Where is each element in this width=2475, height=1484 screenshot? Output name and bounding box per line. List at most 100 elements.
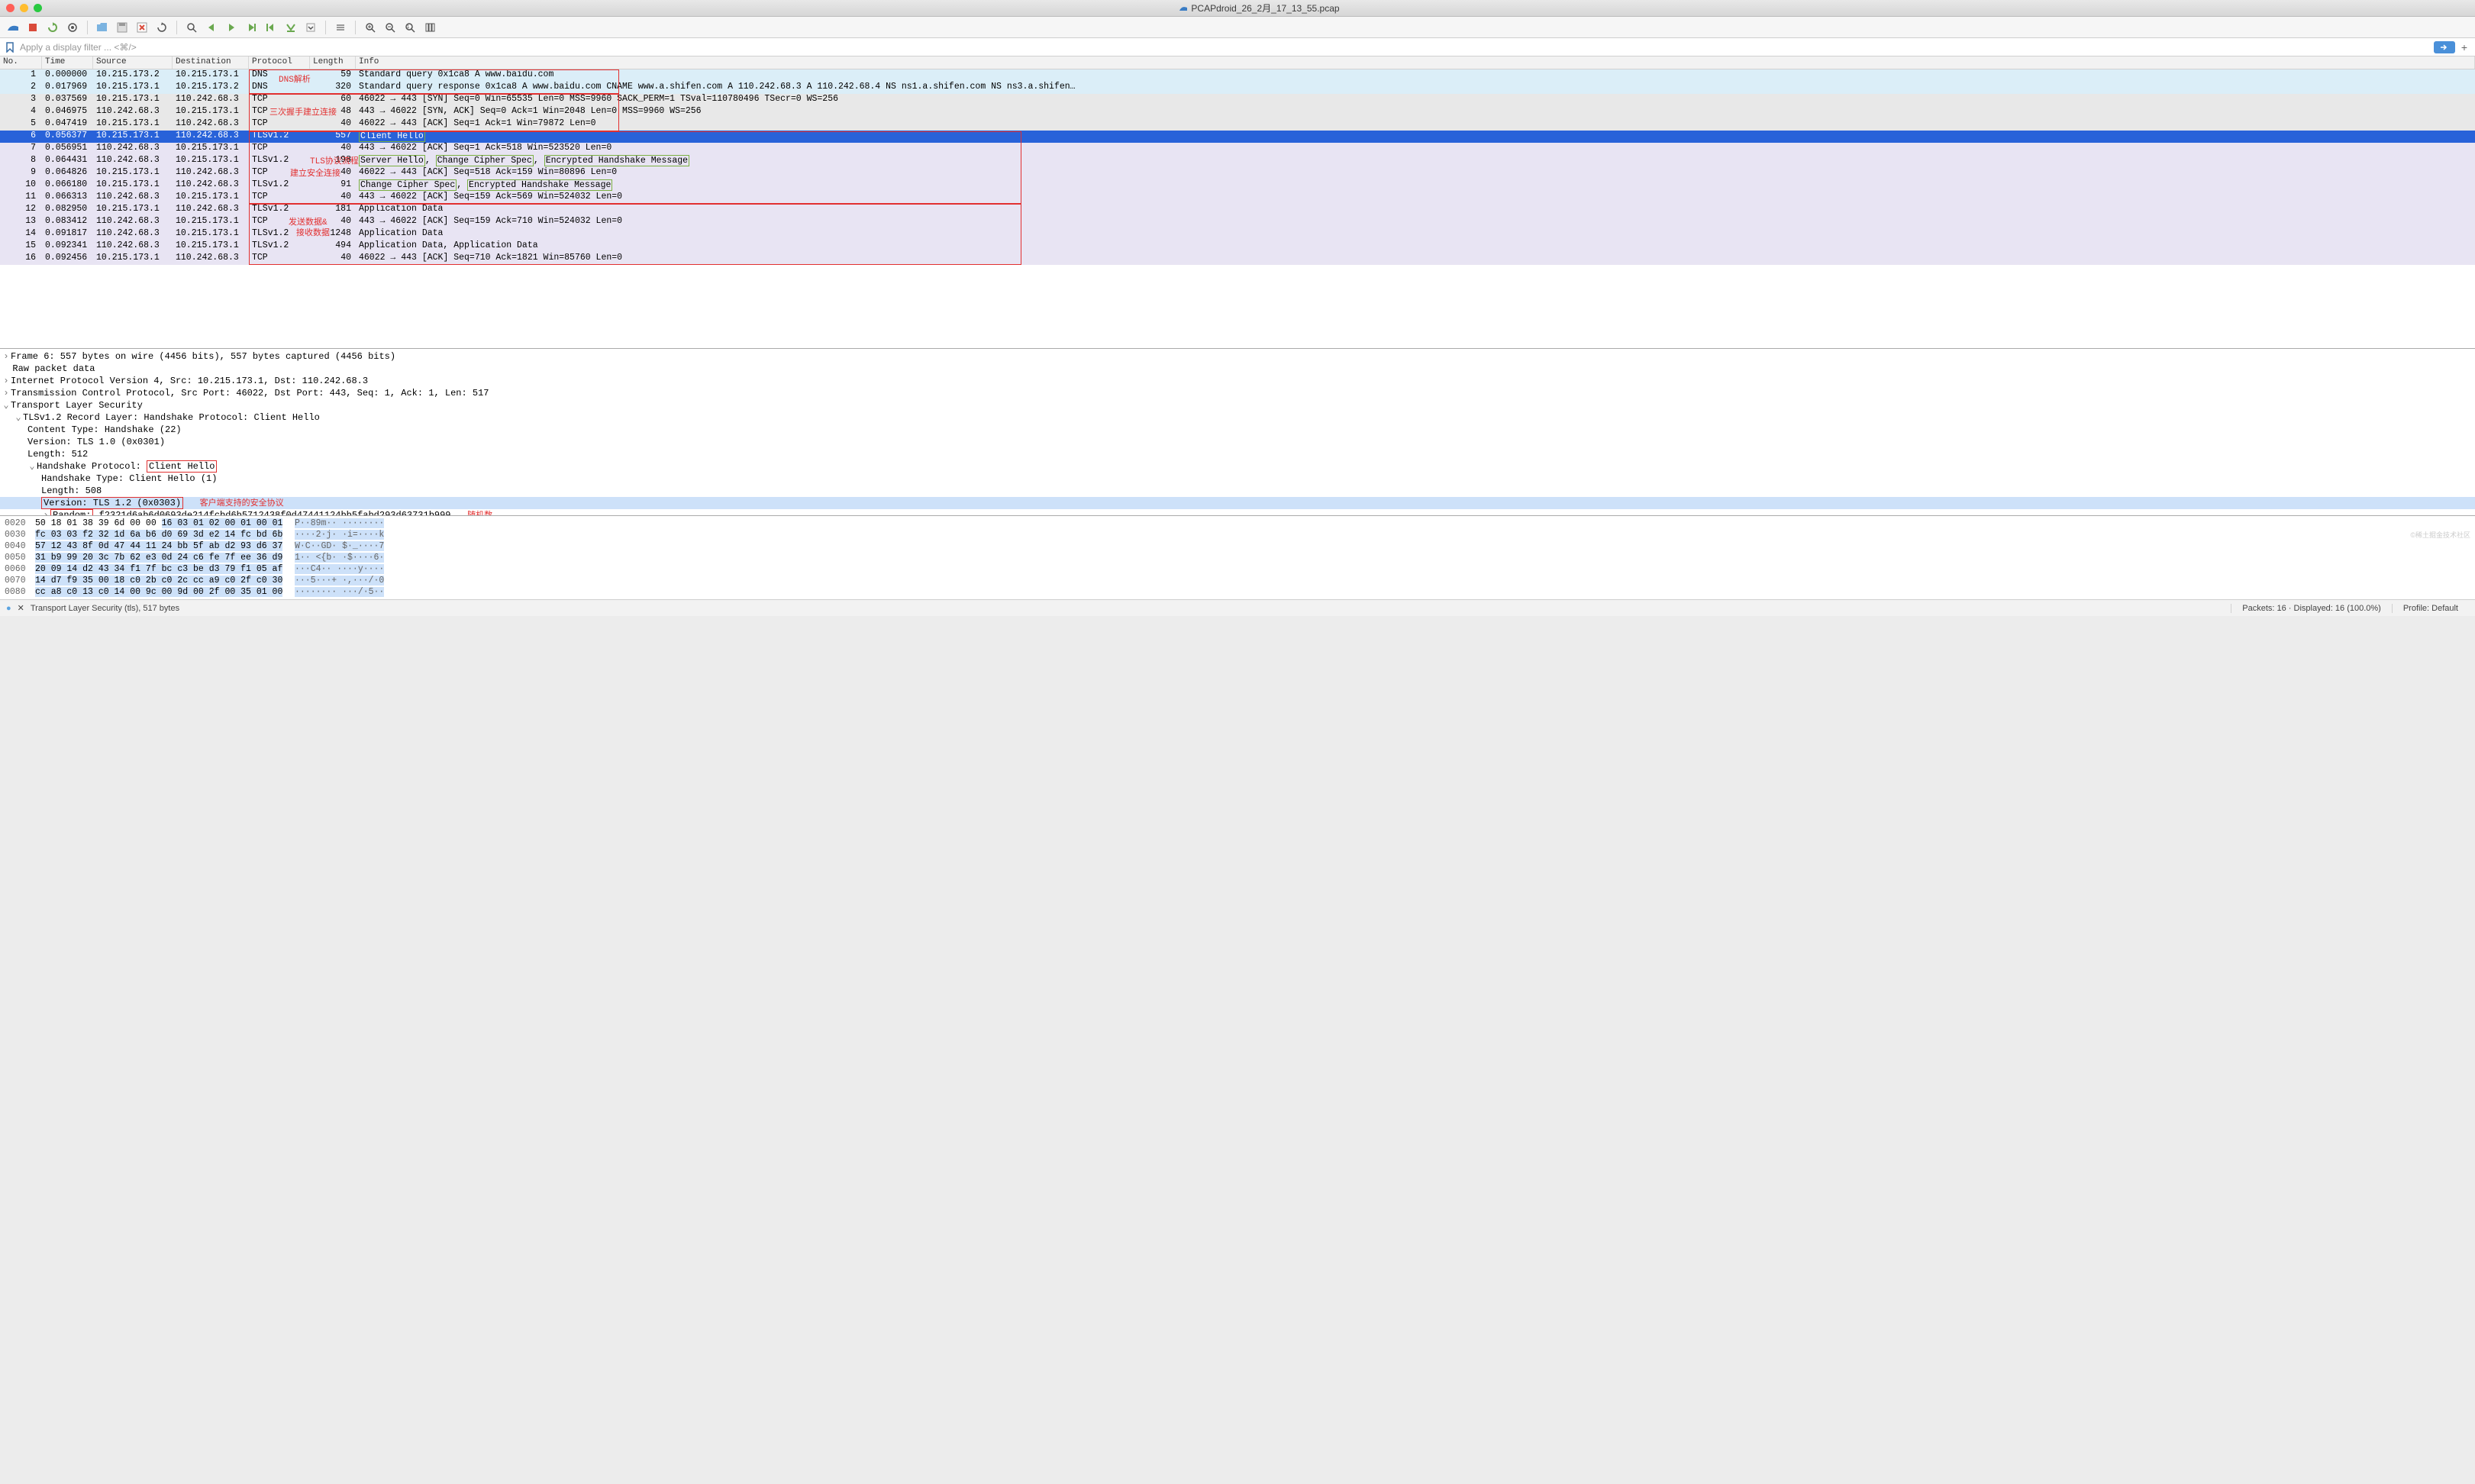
col-info[interactable]: Info xyxy=(356,56,2475,69)
col-time[interactable]: Time xyxy=(42,56,93,69)
highlight-version: Version: TLS 1.2 (0x0303) xyxy=(41,497,183,509)
go-last-icon[interactable] xyxy=(282,19,299,36)
apply-filter-button[interactable] xyxy=(2434,41,2455,53)
tree-row[interactable]: Version: TLS 1.0 (0x0301) xyxy=(0,436,2475,448)
packet-row[interactable]: 10.00000010.215.173.210.215.173.1DNS59St… xyxy=(0,69,2475,82)
tree-row[interactable]: ⌄Transport Layer Security xyxy=(0,399,2475,411)
go-forward-icon[interactable] xyxy=(223,19,240,36)
tree-row-selected[interactable]: Version: TLS 1.2 (0x0303) 客户端支持的安全协议 xyxy=(0,497,2475,509)
colorize-icon[interactable] xyxy=(332,19,349,36)
status-profile[interactable]: Profile: Default xyxy=(2392,604,2469,613)
save-file-icon[interactable] xyxy=(114,19,131,36)
packet-row[interactable]: 130.083412110.242.68.310.215.173.1TCP404… xyxy=(0,216,2475,228)
expand-icon[interactable]: › xyxy=(2,387,11,399)
packet-row[interactable]: 100.06618010.215.173.1110.242.68.3TLSv1.… xyxy=(0,179,2475,192)
titlebar: PCAPdroid_26_2月_17_13_55.pcap xyxy=(0,0,2475,17)
window-controls xyxy=(6,4,42,12)
packet-row[interactable]: 150.092341110.242.68.310.215.173.1TLSv1.… xyxy=(0,240,2475,253)
resize-columns-icon[interactable] xyxy=(421,19,438,36)
collapse-icon[interactable]: ⌄ xyxy=(27,460,37,473)
annotation-client-proto: 客户端支持的安全协议 xyxy=(200,499,284,508)
go-back-icon[interactable] xyxy=(203,19,220,36)
packet-row[interactable]: 110.066313110.242.68.310.215.173.1TCP404… xyxy=(0,192,2475,204)
hex-row[interactable]: 006020 09 14 d2 43 34 f1 7f bc c3 be d3 … xyxy=(5,563,2470,575)
expand-icon[interactable]: › xyxy=(41,509,50,515)
tree-row[interactable]: Length: 508 xyxy=(0,485,2475,497)
tree-row[interactable]: ›Frame 6: 557 bytes on wire (4456 bits),… xyxy=(0,350,2475,363)
tree-row[interactable]: Length: 512 xyxy=(0,448,2475,460)
capture-options-icon[interactable] xyxy=(64,19,81,36)
status-text: Transport Layer Security (tls), 517 byte… xyxy=(31,604,179,613)
tree-row[interactable]: ⌄Handshake Protocol: Client Hello xyxy=(0,460,2475,473)
display-filter-input[interactable] xyxy=(17,40,2434,54)
collapse-icon[interactable]: ⌄ xyxy=(14,411,23,424)
hex-row[interactable]: 004057 12 43 8f 0d 47 44 11 24 bb 5f ab … xyxy=(5,540,2470,552)
bookmark-filter-icon[interactable] xyxy=(3,40,17,54)
reload-file-icon[interactable] xyxy=(153,19,170,36)
watermark: ©稀土掘金技术社区 xyxy=(2410,530,2470,540)
window-title: PCAPdroid_26_2月_17_13_55.pcap xyxy=(1191,2,1339,15)
restart-capture-icon[interactable] xyxy=(44,19,61,36)
annotation-random: 随机数 xyxy=(467,511,492,515)
hex-row[interactable]: 002050 18 01 38 39 6d 00 00 16 03 01 02 … xyxy=(5,518,2470,529)
close-file-icon[interactable] xyxy=(134,19,150,36)
packet-row[interactable]: 90.06482610.215.173.1110.242.68.3TCP4046… xyxy=(0,167,2475,179)
highlight-random: Random: xyxy=(50,509,93,515)
packet-list-pane[interactable]: No. Time Source Destination Protocol Len… xyxy=(0,56,2475,348)
packet-row[interactable]: 120.08295010.215.173.1110.242.68.3TLSv1.… xyxy=(0,204,2475,216)
tree-row[interactable]: Raw packet data xyxy=(0,363,2475,375)
packet-row[interactable]: 40.046975110.242.68.310.215.173.1TCP4844… xyxy=(0,106,2475,118)
zoom-in-icon[interactable] xyxy=(362,19,379,36)
tree-row[interactable]: ›Transmission Control Protocol, Src Port… xyxy=(0,387,2475,399)
hex-row[interactable]: 007014 d7 f9 35 00 18 c0 2b c0 2c cc a9 … xyxy=(5,575,2470,586)
tree-row[interactable]: ›Random: f2321d6ab6d0693de214fcbd6b57124… xyxy=(0,509,2475,515)
packet-bytes-pane[interactable]: 002050 18 01 38 39 6d 00 00 16 03 01 02 … xyxy=(0,515,2475,599)
packet-details-pane[interactable]: ›Frame 6: 557 bytes on wire (4456 bits),… xyxy=(0,348,2475,515)
status-packets: Packets: 16 · Displayed: 16 (100.0%) xyxy=(2231,604,2392,613)
highlight-client-hello: Client Hello xyxy=(147,460,217,473)
close-icon[interactable] xyxy=(6,4,15,12)
col-proto[interactable]: Protocol xyxy=(249,56,310,69)
expand-icon[interactable]: › xyxy=(2,375,11,387)
col-source[interactable]: Source xyxy=(93,56,173,69)
col-dest[interactable]: Destination xyxy=(173,56,249,69)
find-packet-icon[interactable] xyxy=(183,19,200,36)
main-toolbar: 1 xyxy=(0,17,2475,38)
packet-row[interactable]: 50.04741910.215.173.1110.242.68.3TCP4046… xyxy=(0,118,2475,131)
hex-row[interactable]: 005031 b9 99 20 3c 7b 62 e3 0d 24 c6 fe … xyxy=(5,552,2470,563)
status-bullet-icon: ● xyxy=(6,604,11,613)
go-to-packet-icon[interactable] xyxy=(243,19,260,36)
col-no[interactable]: No. xyxy=(0,56,42,69)
tree-row[interactable]: ⌄TLSv1.2 Record Layer: Handshake Protoco… xyxy=(0,411,2475,424)
packet-row[interactable]: 70.056951110.242.68.310.215.173.1TCP4044… xyxy=(0,143,2475,155)
packet-row[interactable]: 160.09245610.215.173.1110.242.68.3TCP404… xyxy=(0,253,2475,265)
packet-row[interactable]: 80.064431110.242.68.310.215.173.1TLSv1.2… xyxy=(0,155,2475,167)
packet-row[interactable]: 60.05637710.215.173.1110.242.68.3TLSv1.2… xyxy=(0,131,2475,143)
packet-row[interactable]: 140.091817110.242.68.310.215.173.1TLSv1.… xyxy=(0,228,2475,240)
col-len[interactable]: Length xyxy=(310,56,356,69)
tree-row[interactable]: Content Type: Handshake (22) xyxy=(0,424,2475,436)
zoom-out-icon[interactable] xyxy=(382,19,399,36)
collapse-icon[interactable]: ⌄ xyxy=(2,399,11,411)
auto-scroll-icon[interactable] xyxy=(302,19,319,36)
wireshark-fin-icon xyxy=(1179,4,1188,13)
tree-row[interactable]: ›Internet Protocol Version 4, Src: 10.21… xyxy=(0,375,2475,387)
expand-icon[interactable]: › xyxy=(2,350,11,363)
go-first-icon[interactable] xyxy=(263,19,279,36)
packet-row[interactable]: 30.03756910.215.173.1110.242.68.3TCP6046… xyxy=(0,94,2475,106)
stop-capture-icon[interactable] xyxy=(24,19,41,36)
tree-row[interactable]: Handshake Type: Client Hello (1) xyxy=(0,473,2475,485)
maximize-icon[interactable] xyxy=(34,4,42,12)
packet-row[interactable]: 20.01796910.215.173.110.215.173.2DNS320S… xyxy=(0,82,2475,94)
packet-list-header[interactable]: No. Time Source Destination Protocol Len… xyxy=(0,56,2475,69)
zoom-reset-icon[interactable]: 1 xyxy=(402,19,418,36)
svg-text:1: 1 xyxy=(407,25,410,30)
wireshark-logo-icon[interactable] xyxy=(5,19,21,36)
add-filter-button[interactable]: + xyxy=(2457,41,2472,53)
open-file-icon[interactable] xyxy=(94,19,111,36)
hex-row[interactable]: 0030fc 03 03 f2 32 1d 6a b6 d0 69 3d e2 … xyxy=(5,529,2470,540)
minimize-icon[interactable] xyxy=(20,4,28,12)
hex-row[interactable]: 0080cc a8 c0 13 c0 14 00 9c 00 9d 00 2f … xyxy=(5,586,2470,598)
filter-bar: + xyxy=(0,38,2475,56)
expert-info-icon[interactable]: ✕ xyxy=(18,603,24,613)
